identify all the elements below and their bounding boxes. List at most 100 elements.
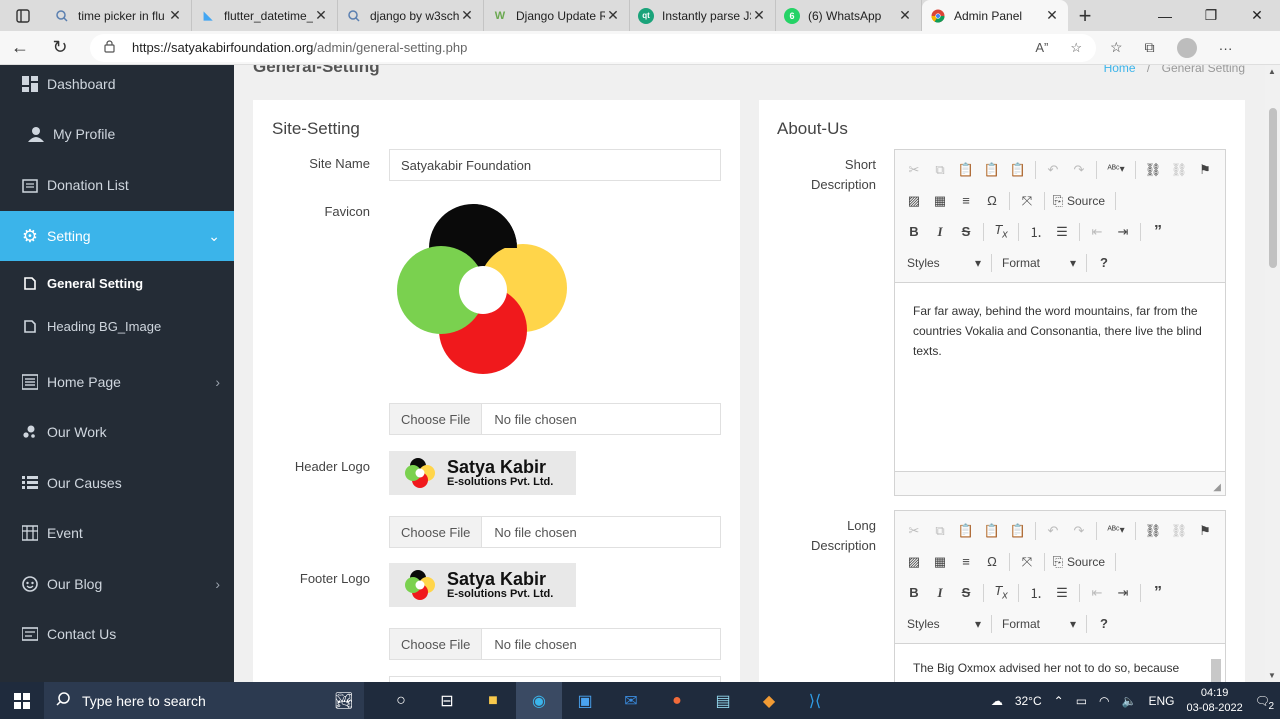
bold-icon[interactable]: B	[901, 585, 927, 600]
site-name-input[interactable]: Satyakabir Foundation	[389, 149, 721, 181]
add-favorite-icon[interactable]: ☆	[1070, 40, 1082, 56]
clock[interactable]: 04:19 03-08-2022	[1186, 686, 1242, 716]
choose-file-button[interactable]: Choose File	[390, 404, 483, 434]
table-icon[interactable]: ▦	[927, 193, 953, 209]
close-tab-icon[interactable]: ✕	[313, 7, 329, 24]
strike-icon[interactable]: S	[953, 585, 979, 600]
remove-format-icon[interactable]: Tx	[988, 583, 1014, 602]
help-icon[interactable]: ?	[1091, 616, 1117, 631]
notepad-icon[interactable]: ▤	[700, 682, 746, 719]
anchor-flag-icon[interactable]: ⚑	[1192, 523, 1218, 539]
cut-icon[interactable]: ✂	[901, 162, 927, 178]
bold-icon[interactable]: B	[901, 224, 927, 239]
page-scrollbar[interactable]: ▲ ▼	[1265, 65, 1280, 682]
image-icon[interactable]: ▨	[901, 193, 927, 209]
resize-handle-icon[interactable]: ◢	[1213, 482, 1221, 493]
footer-logo-file-input[interactable]: Choose File No file chosen	[389, 628, 721, 660]
long-description-editor[interactable]: ✂ ⧉ 📋 📋 📋 ↶ ↷ ᴬᴮᶜ▾ ⛓ ⛓ ⚑ ▨ ▦ ≡ Ω ⤧ ⎘ Sou…	[894, 510, 1226, 682]
format-dropdown[interactable]: Format ▾	[996, 617, 1082, 631]
blockquote-icon[interactable]: ”	[1145, 584, 1171, 602]
help-icon[interactable]: ?	[1091, 255, 1117, 270]
widgets-icon[interactable]: ⊟	[424, 682, 470, 719]
redo-icon[interactable]: ↷	[1066, 162, 1092, 178]
notification-icon[interactable]: 🗨 2	[1255, 694, 1274, 712]
paste-text-icon[interactable]: 📋	[979, 523, 1005, 539]
horizontal-line-icon[interactable]: ≡	[953, 193, 979, 208]
favorites-icon[interactable]: ☆	[1110, 39, 1123, 56]
taskbar-search[interactable]: Type here to search 🏞	[44, 682, 364, 719]
paste-text-icon[interactable]: 📋	[979, 162, 1005, 178]
spellcheck-icon[interactable]: ᴬᴮᶜ▾	[1101, 164, 1131, 175]
sidebar-item-setting[interactable]: ⚙ Setting ⌄	[0, 211, 234, 261]
paste-word-icon[interactable]: 📋	[1005, 523, 1031, 539]
browser-tab[interactable]: django by w3sch ✕	[338, 0, 484, 31]
table-icon[interactable]: ▦	[927, 554, 953, 570]
sidebar-item-donation-list[interactable]: Donation List	[0, 174, 234, 196]
italic-icon[interactable]: I	[927, 224, 953, 240]
unlink-icon[interactable]: ⛓	[1166, 162, 1192, 178]
remove-format-icon[interactable]: Tx	[988, 222, 1014, 241]
sidebar-item-dashboard[interactable]: Dashboard	[0, 73, 234, 95]
undo-icon[interactable]: ↶	[1040, 523, 1066, 539]
scroll-up-icon[interactable]: ▲	[1268, 67, 1276, 76]
close-tab-icon[interactable]: ✕	[751, 7, 767, 24]
link-icon[interactable]: ⛓	[1140, 523, 1166, 539]
link-icon[interactable]: ⛓	[1140, 162, 1166, 178]
indent-icon[interactable]: ⇥	[1110, 224, 1136, 240]
short-description-text[interactable]: Far far away, behind the word mountains,…	[895, 283, 1225, 379]
paste-icon[interactable]: 📋	[953, 523, 979, 539]
vscode-icon[interactable]: ⟩⟨	[792, 682, 838, 719]
special-char-icon[interactable]: Ω	[979, 193, 1005, 208]
italic-icon[interactable]: I	[927, 585, 953, 601]
close-tab-icon[interactable]: ✕	[459, 7, 475, 24]
favicon-file-input[interactable]: Choose File No file chosen	[389, 403, 721, 435]
browser-tab[interactable]: time picker in flu ✕	[46, 0, 192, 31]
read-aloud-icon[interactable]: A”	[1035, 40, 1048, 56]
new-tab-button[interactable]: +	[1068, 0, 1102, 31]
more-icon[interactable]: ···	[1219, 40, 1233, 56]
format-dropdown[interactable]: Format ▾	[996, 256, 1082, 270]
horizontal-line-icon[interactable]: ≡	[953, 554, 979, 569]
sidebar-item-event[interactable]: Event	[0, 522, 234, 544]
editor-inner-scrollbar[interactable]	[1211, 659, 1221, 682]
refresh-icon[interactable]: ↻	[40, 37, 80, 58]
sidebar-item-contact-us[interactable]: Contact Us	[0, 623, 234, 645]
back-icon[interactable]: ←	[0, 37, 40, 58]
source-button[interactable]: Source	[1067, 194, 1105, 208]
source-button[interactable]: Source	[1067, 555, 1105, 569]
paste-word-icon[interactable]: 📋	[1005, 162, 1031, 178]
choose-file-button[interactable]: Choose File	[390, 517, 483, 547]
browser-tab[interactable]: qt Instantly parse JS ✕	[630, 0, 776, 31]
windows-start-icon[interactable]	[0, 692, 44, 709]
temperature[interactable]: 32°C	[1015, 694, 1042, 708]
sidebar-item-heading-bg-image[interactable]: Heading BG_Image	[0, 315, 234, 337]
indent-icon[interactable]: ⇥	[1110, 585, 1136, 601]
sidebar-item-our-blog[interactable]: Our Blog ›	[0, 573, 234, 595]
undo-icon[interactable]: ↶	[1040, 162, 1066, 178]
weather-icon[interactable]: ☁	[991, 694, 1003, 708]
styles-dropdown[interactable]: Styles ▾	[901, 617, 987, 631]
close-tab-icon[interactable]: ✕	[167, 7, 183, 24]
numbered-list-icon[interactable]: ⒈	[1023, 583, 1049, 602]
scroll-down-icon[interactable]: ▼	[1268, 671, 1276, 680]
task-view-icon[interactable]: ○	[378, 682, 424, 719]
wifi-icon[interactable]: ◠	[1099, 694, 1109, 708]
sidebar-item-general-setting[interactable]: General Setting	[0, 272, 234, 294]
special-char-icon[interactable]: Ω	[979, 554, 1005, 569]
short-description-editor[interactable]: ✂ ⧉ 📋 📋 📋 ↶ ↷ ᴬᴮᶜ▾ ⛓ ⛓ ⚑ ▨ ▦ ≡ Ω ⤧ ⎘ Sou…	[894, 149, 1226, 496]
bulleted-list-icon[interactable]: ☰	[1049, 224, 1075, 240]
spellcheck-icon[interactable]: ᴬᴮᶜ▾	[1101, 525, 1131, 536]
edge-icon[interactable]: ◉	[516, 682, 562, 719]
styles-dropdown[interactable]: Styles ▾	[901, 256, 987, 270]
maximize-icon[interactable]: ⤧	[1014, 193, 1040, 209]
restore-icon[interactable]: ❐	[1188, 0, 1234, 31]
bulleted-list-icon[interactable]: ☰	[1049, 585, 1075, 601]
browser-tab[interactable]: 6 (6) WhatsApp ✕	[776, 0, 922, 31]
store-icon[interactable]: ▣	[562, 682, 608, 719]
close-window-icon[interactable]: ✕	[1234, 0, 1280, 31]
sidebar-item-our-work[interactable]: Our Work	[0, 421, 234, 443]
language[interactable]: ENG	[1148, 694, 1174, 708]
sidebar-item-my-profile[interactable]: My Profile	[0, 123, 234, 145]
close-tab-icon[interactable]: ✕	[1044, 7, 1060, 24]
copy-icon[interactable]: ⧉	[927, 162, 953, 178]
